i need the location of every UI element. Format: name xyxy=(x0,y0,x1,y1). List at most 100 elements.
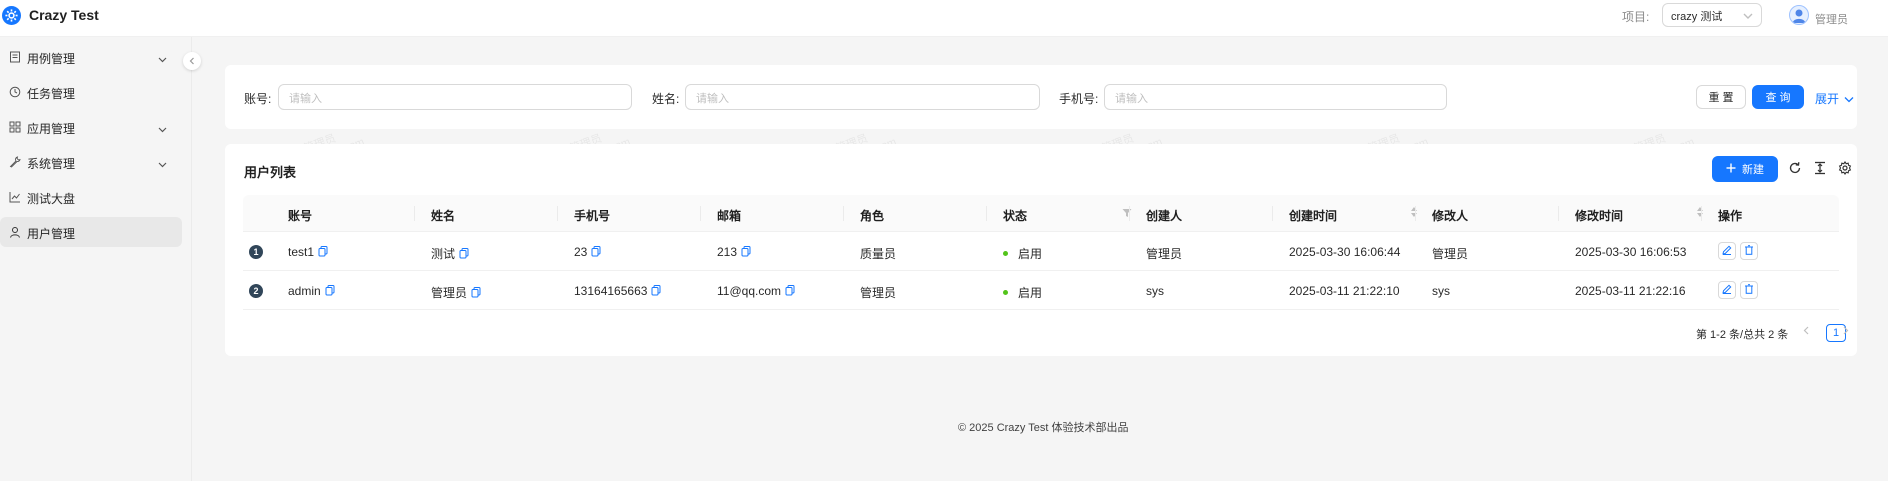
column-header: 修改时间 xyxy=(1575,209,1624,223)
cell-modified-at: 2025-03-30 16:06:53 xyxy=(1575,245,1687,259)
sidebar-item-label: 用户管理 xyxy=(27,227,76,241)
clock-icon xyxy=(9,86,21,98)
sidebar-item-case-management[interactable]: 用例管理 xyxy=(0,42,182,72)
account-input[interactable]: 请输入 xyxy=(278,84,632,110)
cell-creator: 管理员 xyxy=(1146,247,1183,261)
user-icon xyxy=(9,226,21,238)
sidebar-item-task-management[interactable]: 任务管理 xyxy=(0,77,182,107)
cell-phone: 23 xyxy=(574,245,602,259)
column-header: 修改人 xyxy=(1432,209,1469,223)
reset-button[interactable]: 重 置 xyxy=(1696,85,1746,109)
cell-account: admin xyxy=(288,284,336,298)
delete-button[interactable] xyxy=(1740,281,1758,299)
query-button[interactable]: 查 询 xyxy=(1752,85,1804,109)
cell-modifier: 管理员 xyxy=(1432,247,1469,261)
cell-account: test1 xyxy=(288,245,329,259)
name-label: 姓名: xyxy=(652,92,680,106)
sidebar-item-label: 测试大盘 xyxy=(27,192,76,206)
sidebar-item-label: 系统管理 xyxy=(27,157,76,171)
chart-icon xyxy=(9,191,21,203)
status-dot-icon xyxy=(1003,251,1008,256)
row-index-badge: 1 xyxy=(249,245,263,259)
delete-button[interactable] xyxy=(1740,242,1758,260)
grid-icon xyxy=(9,121,21,133)
prev-page-icon[interactable] xyxy=(1803,326,1809,338)
cell-name: 管理员 xyxy=(431,284,482,301)
pagination-total: 第 1-2 条/总共 2 条 xyxy=(1696,329,1789,341)
edit-icon xyxy=(1722,283,1732,297)
filter-icon[interactable] xyxy=(1122,207,1132,221)
project-label: 项目: xyxy=(1622,10,1650,24)
column-height-icon[interactable] xyxy=(1812,160,1828,176)
settings-gear-icon[interactable] xyxy=(1837,160,1853,176)
cell-name: 测试 xyxy=(431,245,470,262)
cell-status: 启用 xyxy=(1003,245,1042,262)
cell-modified-at: 2025-03-11 21:22:16 xyxy=(1575,284,1686,298)
sidebar-item-test-dashboard[interactable]: 测试大盘 xyxy=(0,182,182,212)
cell-email: 213 xyxy=(717,245,752,259)
cell-status: 启用 xyxy=(1003,284,1042,301)
table-row: 2 admin 管理员 13164165663 11@qq.com 管理员 启用… xyxy=(243,271,1839,310)
edit-button[interactable] xyxy=(1718,242,1736,260)
row-index-badge: 2 xyxy=(249,284,263,298)
new-button[interactable]: 新建 xyxy=(1712,156,1778,182)
cell-created-at: 2025-03-11 21:22:10 xyxy=(1289,284,1400,298)
table-header: 账号 姓名 手机号 邮箱 角色 状态 创建人 创建时间 修改人 修改时间 操作 xyxy=(243,195,1839,232)
column-header: 创建人 xyxy=(1146,209,1183,223)
column-header: 姓名 xyxy=(431,209,456,223)
sidebar-item-system-management[interactable]: 系统管理 xyxy=(0,147,182,177)
app-logo-icon[interactable] xyxy=(2,6,21,25)
cell-email: 11@qq.com xyxy=(717,284,796,298)
plus-icon xyxy=(1726,163,1736,176)
sort-icon[interactable] xyxy=(1410,206,1418,221)
account-label: 账号: xyxy=(244,92,272,106)
table-title: 用户列表 xyxy=(244,165,297,180)
copy-icon[interactable] xyxy=(325,285,336,297)
avatar[interactable] xyxy=(1789,5,1809,25)
copy-icon[interactable] xyxy=(591,246,602,258)
sidebar-collapse-button[interactable] xyxy=(183,52,201,70)
edit-icon xyxy=(1722,244,1732,258)
top-header: Crazy Test 项目: crazy 测试 管理员 xyxy=(0,0,1888,37)
project-select-value: crazy 测试 xyxy=(1671,11,1723,23)
column-header: 邮箱 xyxy=(717,209,742,223)
sidebar-item-label: 应用管理 xyxy=(27,122,76,136)
app-title[interactable]: Crazy Test xyxy=(29,7,99,23)
refresh-icon[interactable] xyxy=(1787,160,1803,176)
cell-phone: 13164165663 xyxy=(574,284,662,298)
phone-input[interactable]: 请输入 xyxy=(1104,84,1447,110)
status-dot-icon xyxy=(1003,290,1008,295)
copy-icon[interactable] xyxy=(471,286,482,299)
user-name[interactable]: 管理员 xyxy=(1815,11,1848,27)
cell-created-at: 2025-03-30 16:06:44 xyxy=(1289,245,1401,259)
trash-icon xyxy=(1744,283,1754,297)
expand-link[interactable]: 展开 xyxy=(1815,90,1854,107)
column-header: 操作 xyxy=(1718,209,1743,223)
copy-icon[interactable] xyxy=(651,285,662,297)
sidebar-item-app-management[interactable]: 应用管理 xyxy=(0,112,182,142)
column-header: 手机号 xyxy=(574,209,611,223)
chevron-down-icon xyxy=(158,157,167,171)
cell-modifier: sys xyxy=(1432,284,1450,298)
copy-icon[interactable] xyxy=(318,246,329,258)
name-input[interactable]: 请输入 xyxy=(685,84,1040,110)
search-form: 账号: 请输入 姓名: 请输入 手机号: 请输入 重 置 查 询 展开 xyxy=(225,65,1857,129)
column-header: 状态 xyxy=(1003,209,1028,223)
copy-icon[interactable] xyxy=(459,247,470,260)
column-header: 创建时间 xyxy=(1289,209,1338,223)
file-icon xyxy=(9,51,21,63)
chevron-down-icon xyxy=(1844,92,1854,106)
project-select[interactable]: crazy 测试 xyxy=(1662,3,1762,27)
copy-icon[interactable] xyxy=(785,285,796,297)
expand-label: 展开 xyxy=(1815,92,1840,106)
sidebar: 用例管理 任务管理 应用管理 系统管理 测试大盘 用户管理 xyxy=(0,37,192,481)
edit-button[interactable] xyxy=(1718,281,1736,299)
sort-icon[interactable] xyxy=(1696,206,1704,221)
next-page-icon[interactable] xyxy=(1843,326,1849,338)
sidebar-item-user-management[interactable]: 用户管理 xyxy=(0,217,182,247)
trash-icon xyxy=(1744,244,1754,258)
cell-creator: sys xyxy=(1146,284,1164,298)
copy-icon[interactable] xyxy=(741,246,752,258)
table-row: 1 test1 测试 23 213 质量员 启用 管理员 2025-03-30 … xyxy=(243,232,1839,271)
chevron-down-icon xyxy=(1743,11,1753,23)
